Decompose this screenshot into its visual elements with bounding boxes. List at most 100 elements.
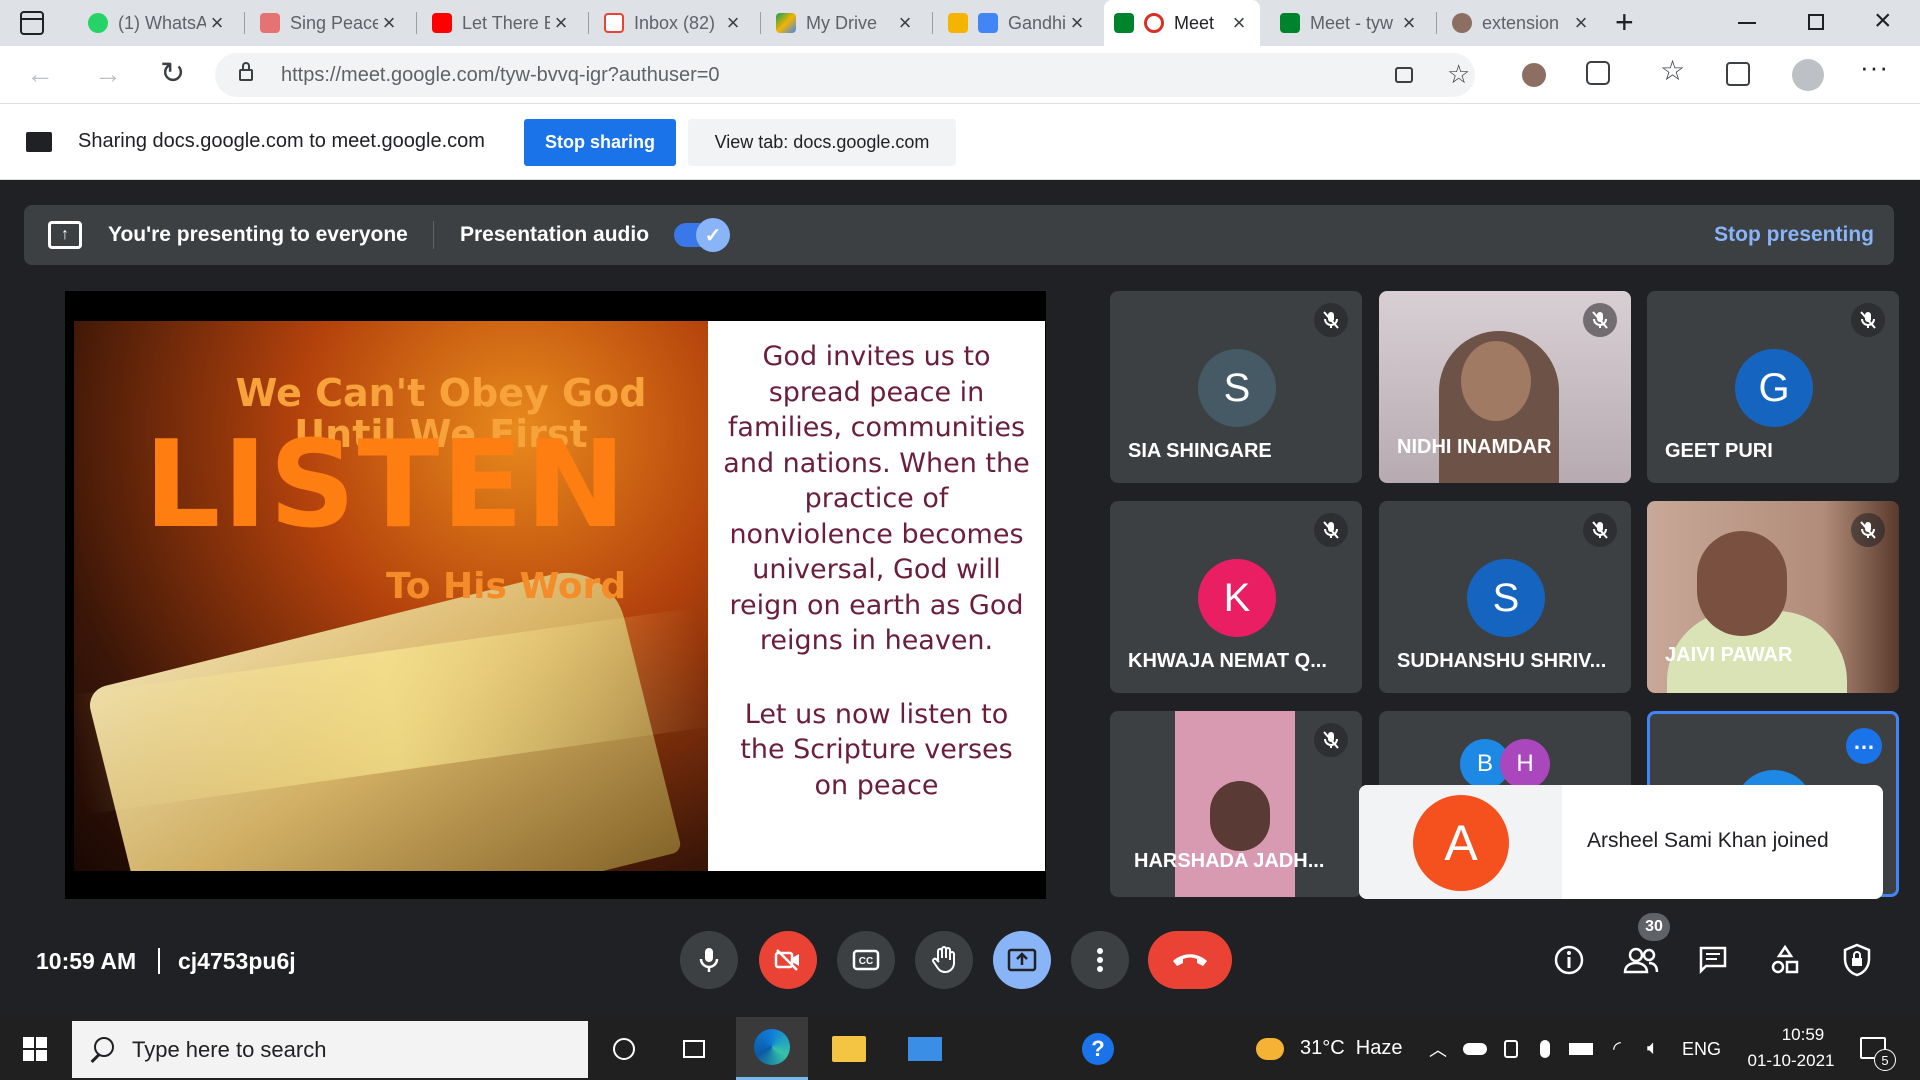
participant-tile[interactable]: G GEET PURI <box>1647 291 1899 483</box>
collections-icon[interactable] <box>1726 62 1750 86</box>
clock-date[interactable]: 01-10-2021 <box>1736 1051 1846 1071</box>
close-tab-icon[interactable]: × <box>722 10 744 36</box>
clock-time[interactable]: 10:59 <box>1760 1025 1846 1045</box>
chat-button[interactable] <box>1688 935 1738 985</box>
chat-icon <box>1699 946 1727 975</box>
participant-tile[interactable]: NIDHI INAMDAR <box>1379 291 1631 483</box>
participant-tile[interactable]: HARSHADA JADH... <box>1110 711 1362 897</box>
close-tab-icon[interactable]: × <box>894 10 916 36</box>
activities-button[interactable] <box>1760 935 1810 985</box>
people-button[interactable]: 30 <box>1616 913 1670 985</box>
refresh-icon[interactable]: ↻ <box>160 56 185 91</box>
present-now-button[interactable] <box>993 931 1051 989</box>
battery-icon[interactable] <box>1566 1017 1596 1080</box>
participant-face <box>1697 531 1787 636</box>
show-hidden-icons-icon[interactable]: ︿ <box>1424 1017 1452 1080</box>
more-vertical-icon <box>1097 948 1103 972</box>
tab-meet-active[interactable]: Meet × <box>1104 0 1260 46</box>
hang-up-icon <box>1173 954 1207 966</box>
favorites-icon[interactable]: ☆ <box>1660 54 1685 87</box>
mic-off-icon <box>1314 723 1348 757</box>
tab-whatsapp[interactable]: (1) WhatsApp × <box>78 0 238 46</box>
tab-gmail-inbox[interactable]: Inbox (82) × <box>594 0 754 46</box>
check-icon: ✓ <box>696 218 730 252</box>
slide-text-panel: God invites us to spread peace in famili… <box>708 321 1045 871</box>
close-tab-icon[interactable]: × <box>550 10 572 36</box>
input-language[interactable]: ENG <box>1682 1039 1721 1060</box>
taskbar-search-box[interactable]: Type here to search <box>72 1021 588 1078</box>
microphone-button[interactable] <box>680 931 738 989</box>
more-options-icon[interactable]: … <box>1846 728 1882 764</box>
avatar: G <box>1735 349 1813 427</box>
profile-avatar-icon[interactable] <box>1792 59 1824 91</box>
close-tab-icon[interactable]: × <box>1066 10 1088 36</box>
close-tab-icon[interactable]: × <box>1398 10 1420 36</box>
raise-hand-button[interactable] <box>915 931 973 989</box>
info-icon <box>1554 945 1584 975</box>
mic-off-icon <box>1314 513 1348 547</box>
lock-shackle-icon <box>242 62 250 70</box>
close-tab-icon[interactable]: × <box>206 10 228 36</box>
leave-call-button[interactable] <box>1148 931 1232 989</box>
tab-actions-menu-icon[interactable] <box>20 11 44 35</box>
tab-gandhi-slides[interactable]: Gandhi × <box>938 0 1098 46</box>
stop-sharing-button[interactable]: Stop sharing <box>524 119 676 166</box>
participant-tile[interactable]: JAIVI PAWAR <box>1647 501 1899 693</box>
tab-title: Meet - tyw <box>1310 12 1394 33</box>
owl-extension-icon <box>1452 13 1472 33</box>
stop-presenting-button[interactable]: Stop presenting <box>1714 223 1874 247</box>
file-explorer-icon[interactable] <box>814 1017 884 1080</box>
tab-sing-peace[interactable]: Sing Peace × <box>250 0 410 46</box>
slide-image-line3: To His Word <box>386 566 627 607</box>
whatsapp-icon <box>88 13 108 33</box>
start-button[interactable] <box>0 1017 70 1080</box>
extensions-puzzle-icon[interactable] <box>1586 61 1610 85</box>
close-tab-icon[interactable]: × <box>378 10 400 36</box>
get-help-icon[interactable]: ? <box>1068 1017 1128 1080</box>
weather-text[interactable]: 31°C Haze <box>1300 1037 1403 1060</box>
participant-tile[interactable]: S SUDHANSHU SHRIV... <box>1379 501 1631 693</box>
participant-name: KHWAJA NEMAT Q... <box>1128 650 1327 672</box>
participant-tile[interactable]: K KHWAJA NEMAT Q... <box>1110 501 1362 693</box>
back-icon[interactable]: ← <box>26 58 54 90</box>
tab-extension[interactable]: extension × <box>1442 0 1602 46</box>
tab-meet-tyw[interactable]: Meet - tyw × <box>1270 0 1430 46</box>
more-options-button[interactable] <box>1071 931 1129 989</box>
participant-tile[interactable]: S SIA SHINGARE <box>1110 291 1362 483</box>
microphone-in-use-icon[interactable] <box>1530 1017 1560 1080</box>
wifi-icon[interactable]: ◜ <box>1602 1017 1632 1080</box>
more-menu-icon[interactable]: ··· <box>1860 52 1889 83</box>
owl-extension-icon[interactable] <box>1522 63 1546 87</box>
url-field[interactable]: https://meet.google.com/tyw-bvvq-igr?aut… <box>215 53 1475 97</box>
restore-icon[interactable] <box>1808 14 1824 30</box>
camera-off-button[interactable] <box>759 931 817 989</box>
host-controls-button[interactable] <box>1832 935 1882 985</box>
tab-title: Meet <box>1174 12 1215 33</box>
onedrive-icon[interactable] <box>1460 1017 1490 1080</box>
presentation-audio-toggle[interactable]: ✓ <box>674 218 730 252</box>
cortana-icon[interactable] <box>596 1017 652 1080</box>
new-tab-icon[interactable]: + <box>1615 4 1634 41</box>
task-view-icon[interactable] <box>666 1017 722 1080</box>
forward-icon[interactable]: → <box>94 58 122 90</box>
edge-browser-icon[interactable] <box>736 1017 808 1080</box>
minimize-icon[interactable] <box>1738 22 1756 24</box>
weather-icon[interactable] <box>1250 1017 1290 1080</box>
volume-icon[interactable]: 🔈︎ <box>1638 1017 1668 1080</box>
add-favorite-icon[interactable]: ☆ <box>1447 59 1470 90</box>
tab-let-there-be-peace[interactable]: Let There Be Peace × <box>422 0 582 46</box>
close-tab-icon[interactable]: × <box>1228 10 1250 36</box>
tab-my-drive[interactable]: My Drive × <box>766 0 926 46</box>
meeting-details-button[interactable] <box>1544 935 1594 985</box>
meet-now-icon[interactable] <box>1496 1017 1526 1080</box>
svg-text:CC: CC <box>859 956 873 967</box>
tab-title: Inbox (82) <box>634 12 716 33</box>
close-tab-icon[interactable]: × <box>1570 10 1592 36</box>
slide-paragraph-2: Let us now listen to the Scripture verse… <box>740 698 1013 801</box>
participant-name: SUDHANSHU SHRIV... <box>1397 650 1607 672</box>
mail-icon[interactable] <box>890 1017 960 1080</box>
close-window-icon[interactable]: × <box>1874 4 1892 38</box>
captions-button[interactable]: CC <box>837 931 895 989</box>
camera-in-use-icon[interactable] <box>1395 67 1413 83</box>
view-tab-button[interactable]: View tab: docs.google.com <box>688 119 956 166</box>
